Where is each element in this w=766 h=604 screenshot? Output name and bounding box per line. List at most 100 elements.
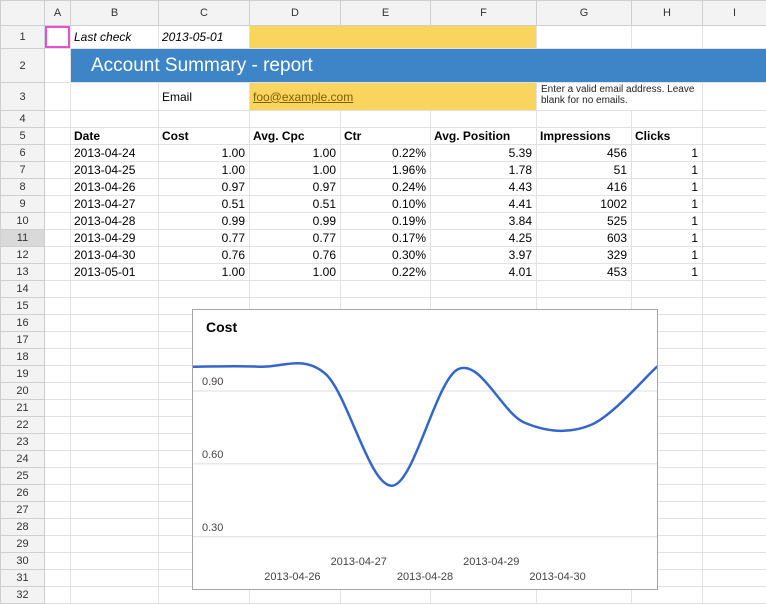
date-cell[interactable]: 2013-04-30 xyxy=(71,247,159,264)
date-cell[interactable]: 2013-05-01 xyxy=(71,264,159,281)
cell[interactable] xyxy=(45,349,71,366)
avg-position-cell[interactable]: 4.25 xyxy=(431,230,537,247)
row-header[interactable]: 32 xyxy=(1,587,45,604)
cost-cell[interactable]: 0.77 xyxy=(159,230,250,247)
row-header[interactable]: 7 xyxy=(1,162,45,179)
cell[interactable] xyxy=(703,196,766,213)
cell[interactable] xyxy=(632,111,703,128)
avg-cpc-cell[interactable]: 1.00 xyxy=(250,145,341,162)
column-header-E[interactable]: E xyxy=(341,1,431,26)
date-cell[interactable]: 2013-04-27 xyxy=(71,196,159,213)
avg-position-cell[interactable]: 3.84 xyxy=(431,213,537,230)
avg-position-cell[interactable]: 5.39 xyxy=(431,145,537,162)
cell[interactable] xyxy=(703,519,766,536)
clicks-cell[interactable]: 1 xyxy=(632,247,703,264)
ctr-cell[interactable]: 1.96% xyxy=(341,162,431,179)
cell[interactable] xyxy=(703,145,766,162)
row-header[interactable]: 10 xyxy=(1,213,45,230)
cell[interactable] xyxy=(703,162,766,179)
cell[interactable] xyxy=(703,349,766,366)
avg-position-cell[interactable]: 3.97 xyxy=(431,247,537,264)
date-cell[interactable]: 2013-04-29 xyxy=(71,230,159,247)
cell[interactable] xyxy=(632,26,703,49)
cell[interactable] xyxy=(45,366,71,383)
col-header-impressions[interactable]: Impressions xyxy=(537,128,632,145)
report-title-cell[interactable]: Account Summary - report xyxy=(71,49,766,83)
last-check-label-cell[interactable]: Last check xyxy=(71,26,159,49)
column-header-D[interactable]: D xyxy=(250,1,341,26)
cell[interactable] xyxy=(45,83,71,111)
row-header[interactable]: 23 xyxy=(1,434,45,451)
row-header[interactable]: 24 xyxy=(1,451,45,468)
row-header[interactable]: 15 xyxy=(1,298,45,315)
cell[interactable] xyxy=(431,281,537,298)
row-header[interactable]: 16 xyxy=(1,315,45,332)
cost-cell[interactable]: 0.51 xyxy=(159,196,250,213)
cell[interactable] xyxy=(341,111,431,128)
cell[interactable] xyxy=(703,417,766,434)
cell[interactable] xyxy=(45,519,71,536)
clicks-cell[interactable]: 1 xyxy=(632,145,703,162)
row-header[interactable]: 6 xyxy=(1,145,45,162)
cell[interactable] xyxy=(71,451,159,468)
column-header-B[interactable]: B xyxy=(71,1,159,26)
cell[interactable] xyxy=(703,570,766,587)
cell[interactable] xyxy=(71,587,159,604)
row-header[interactable]: 25 xyxy=(1,468,45,485)
row-header[interactable]: 20 xyxy=(1,383,45,400)
cell[interactable] xyxy=(703,434,766,451)
cell[interactable] xyxy=(71,111,159,128)
row-header[interactable]: 9 xyxy=(1,196,45,213)
avg-cpc-cell[interactable]: 0.97 xyxy=(250,179,341,196)
impressions-cell[interactable]: 1002 xyxy=(537,196,632,213)
ctr-cell[interactable]: 0.22% xyxy=(341,145,431,162)
avg-position-cell[interactable]: 1.78 xyxy=(431,162,537,179)
clicks-cell[interactable]: 1 xyxy=(632,162,703,179)
cell[interactable] xyxy=(45,502,71,519)
row-header[interactable]: 4 xyxy=(1,111,45,128)
row-header[interactable]: 22 xyxy=(1,417,45,434)
impressions-cell[interactable]: 525 xyxy=(537,213,632,230)
cell[interactable] xyxy=(703,298,766,315)
cell[interactable] xyxy=(703,111,766,128)
cell[interactable] xyxy=(45,281,71,298)
cost-cell[interactable]: 1.00 xyxy=(159,145,250,162)
row-header[interactable]: 17 xyxy=(1,332,45,349)
cell[interactable] xyxy=(45,536,71,553)
clicks-cell[interactable]: 1 xyxy=(632,196,703,213)
cell[interactable] xyxy=(703,485,766,502)
cost-cell[interactable]: 0.76 xyxy=(159,247,250,264)
cell-A1[interactable] xyxy=(45,26,71,49)
cell[interactable] xyxy=(703,230,766,247)
cell[interactable] xyxy=(703,536,766,553)
cell[interactable] xyxy=(703,281,766,298)
cell[interactable] xyxy=(45,468,71,485)
date-cell[interactable]: 2013-04-25 xyxy=(71,162,159,179)
cell[interactable] xyxy=(71,570,159,587)
cell[interactable] xyxy=(45,451,71,468)
cell[interactable] xyxy=(703,83,766,111)
row-header[interactable]: 28 xyxy=(1,519,45,536)
cell[interactable] xyxy=(45,264,71,281)
row-header[interactable]: 8 xyxy=(1,179,45,196)
cell[interactable] xyxy=(703,332,766,349)
cell[interactable] xyxy=(703,451,766,468)
cell[interactable] xyxy=(45,111,71,128)
cell[interactable] xyxy=(703,213,766,230)
cost-cell[interactable]: 0.99 xyxy=(159,213,250,230)
avg-position-cell[interactable]: 4.01 xyxy=(431,264,537,281)
cell[interactable] xyxy=(45,485,71,502)
cell[interactable] xyxy=(71,83,159,111)
clicks-cell[interactable]: 1 xyxy=(632,179,703,196)
cell[interactable] xyxy=(703,264,766,281)
cell[interactable] xyxy=(703,400,766,417)
cell[interactable] xyxy=(71,536,159,553)
cell[interactable] xyxy=(45,587,71,604)
col-header-avg-position[interactable]: Avg. Position xyxy=(431,128,537,145)
row-header[interactable]: 13 xyxy=(1,264,45,281)
avg-cpc-cell[interactable]: 1.00 xyxy=(250,264,341,281)
cell[interactable] xyxy=(703,502,766,519)
cell[interactable] xyxy=(632,281,703,298)
cell[interactable] xyxy=(45,162,71,179)
row-header[interactable]: 2 xyxy=(1,49,45,83)
